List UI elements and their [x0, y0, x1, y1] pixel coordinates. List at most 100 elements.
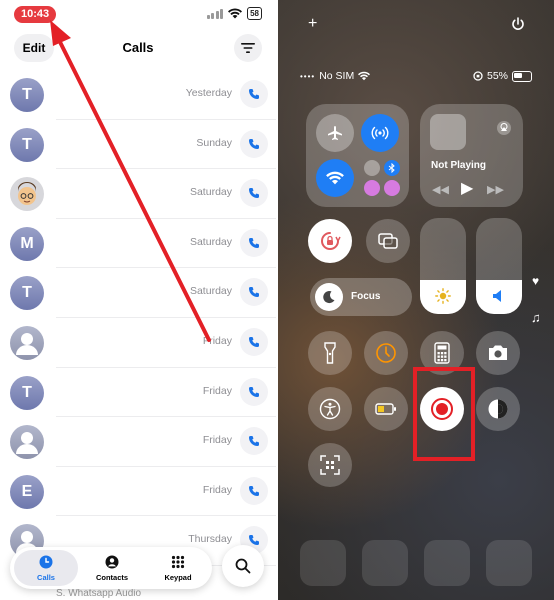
signal-dots-icon: •••• [300, 71, 316, 81]
call-day: Saturday [189, 235, 232, 248]
timer-button[interactable] [364, 331, 408, 375]
call-button[interactable] [240, 327, 268, 356]
rewind-button[interactable]: ◀◀ [432, 183, 449, 196]
wifi-button[interactable] [316, 159, 354, 197]
airplay-icon[interactable] [496, 120, 512, 136]
now-playing-tile[interactable]: ◀◀ ▶ ▶▶ [420, 104, 523, 207]
call-day: Thursday [188, 533, 232, 546]
screen-mirroring-button[interactable] [366, 219, 410, 263]
status-time[interactable]: 10:43 [14, 6, 57, 23]
flashlight-button[interactable] [308, 331, 352, 375]
filter-button[interactable] [234, 34, 262, 62]
code-scanner-button[interactable] [308, 443, 352, 487]
call-button[interactable] [240, 377, 268, 406]
airplane-mode-button[interactable] [316, 114, 354, 152]
call-row[interactable]: T Sunday [0, 120, 276, 170]
airplane-icon [328, 126, 342, 140]
call-day: Friday [202, 384, 232, 397]
call-day: Sunday [196, 136, 232, 149]
fast-forward-button[interactable]: ▶▶ [487, 183, 504, 196]
tab-contacts[interactable]: Contacts [80, 550, 144, 586]
contact-avatar: M [10, 226, 44, 261]
status-bar: 10:43 58 [14, 6, 262, 24]
call-row[interactable]: T Saturday [0, 268, 276, 318]
camera-icon [489, 345, 507, 360]
contact-avatar: T [10, 127, 44, 162]
contact-avatar: T [10, 276, 44, 311]
moon-icon [315, 283, 343, 311]
vpn-button[interactable] [364, 160, 380, 176]
phone-icon [249, 89, 259, 99]
tab-contacts-label: Contacts [95, 573, 129, 582]
tab-keypad[interactable]: Keypad [146, 550, 210, 586]
heart-icon[interactable]: ♥ [532, 274, 539, 288]
contact-avatar-icon [10, 325, 44, 360]
call-button[interactable] [240, 179, 268, 208]
bluetooth-button[interactable] [384, 160, 400, 176]
call-button[interactable] [240, 80, 268, 108]
volume-slider[interactable] [476, 218, 522, 314]
qr-scanner-icon [320, 455, 340, 475]
tab-calls-label: Calls [37, 573, 55, 582]
low-power-mode-button[interactable] [364, 387, 408, 431]
sun-icon [435, 288, 451, 304]
airdrop-button[interactable] [384, 180, 400, 196]
music-note-icon[interactable]: ♫ [531, 310, 541, 325]
focus-button[interactable]: Focus [310, 278, 412, 316]
focus-label: Focus [351, 291, 381, 302]
phone-icon [249, 336, 259, 347]
timer-icon [376, 343, 396, 363]
call-day: Friday [202, 483, 232, 496]
add-icon[interactable]: + [308, 15, 317, 33]
contact-avatar: T [10, 78, 44, 112]
tab-bar: Calls Contacts Keypad [10, 547, 212, 589]
phone-icon [249, 386, 259, 397]
orientation-lock-button[interactable] [308, 219, 352, 263]
call-day: Saturday [189, 186, 232, 199]
accessibility-button[interactable] [308, 387, 352, 431]
call-row[interactable]: E Friday [0, 467, 276, 517]
phone-icon [249, 138, 259, 149]
dock-app-icon [362, 540, 408, 586]
keypad-icon [171, 555, 185, 569]
call-button[interactable] [240, 476, 268, 505]
call-button[interactable] [240, 278, 268, 307]
play-button[interactable]: ▶ [461, 178, 473, 198]
phone-recents-screen: 10:43 58 Edit Calls T Yesterday T Sunday Sat… [0, 0, 276, 600]
call-row[interactable]: Friday [0, 417, 276, 467]
recent-calls-list: T Yesterday T Sunday Saturday M Saturday T Satur… [0, 70, 276, 566]
call-button[interactable] [240, 427, 268, 456]
camera-button[interactable] [476, 331, 520, 375]
call-button[interactable] [240, 129, 268, 158]
call-row[interactable]: T Yesterday [0, 70, 276, 120]
dark-mode-button[interactable] [476, 387, 520, 431]
call-day: Yesterday [185, 87, 232, 99]
contact-avatar: E [10, 474, 44, 509]
hotspot-button[interactable] [364, 180, 380, 196]
call-row[interactable]: T Friday [0, 368, 276, 418]
contact-avatar: T [10, 375, 44, 410]
calculator-icon [434, 342, 450, 364]
wifi-icon [228, 8, 243, 19]
screen-mirroring-icon [378, 233, 398, 249]
call-row[interactable]: M Saturday [0, 219, 276, 269]
brightness-slider[interactable] [420, 218, 466, 314]
power-icon[interactable] [511, 17, 525, 31]
person-icon [105, 555, 119, 569]
phone-icon [249, 287, 259, 298]
call-day: Friday [202, 334, 232, 347]
call-row[interactable]: Friday [0, 318, 276, 368]
clock-icon [39, 555, 53, 569]
calls-header: Edit Calls [0, 34, 276, 64]
lock-rotation-icon [321, 232, 341, 250]
now-playing-label: Not Playing [431, 160, 487, 171]
battery-low-icon [375, 403, 396, 415]
cellular-data-button[interactable] [361, 114, 399, 152]
search-button[interactable] [222, 545, 264, 587]
call-button[interactable] [240, 228, 268, 257]
connectivity-tile [306, 104, 409, 207]
call-day: Friday [202, 434, 232, 447]
tab-calls[interactable]: Calls [14, 550, 78, 586]
call-row[interactable]: Saturday [0, 169, 276, 219]
dock-app-icon [300, 540, 346, 586]
